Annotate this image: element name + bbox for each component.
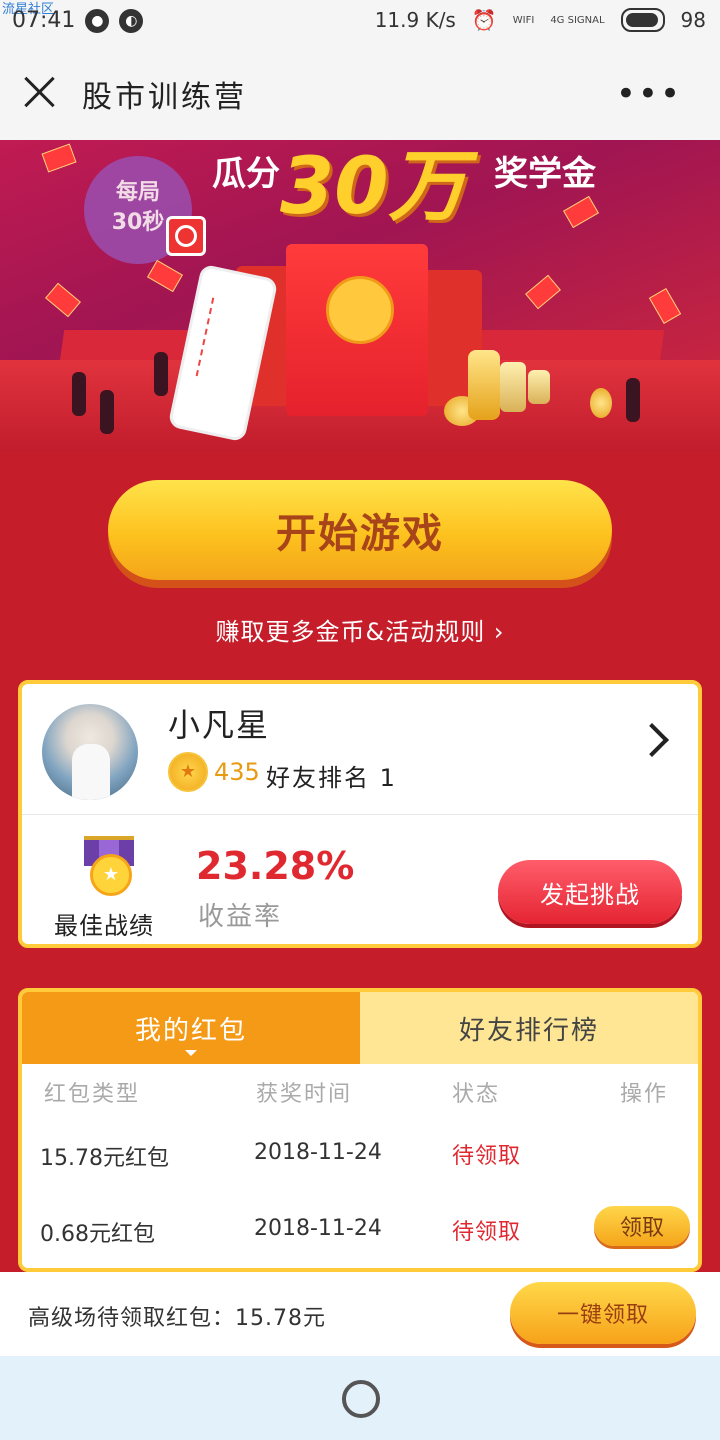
yield-label: 收益率 [198, 902, 283, 932]
row2-status: 待领取 [452, 1220, 522, 1245]
app-notification-icon: ◐ [119, 8, 144, 33]
clock-icon [166, 216, 206, 256]
coin-icon [590, 388, 612, 418]
coin-stack-icon [528, 370, 550, 404]
header-status: 状态 [452, 1082, 501, 1107]
network-speed: 11.9 K/s [374, 8, 456, 32]
challenge-button[interactable]: 发起挑战 [498, 860, 682, 924]
medal-icon: ★ [84, 836, 134, 896]
banner-title-suffix: 奖学金 [494, 154, 596, 194]
start-game-label: 开始游戏 [276, 511, 444, 557]
red-envelope-icon [525, 274, 561, 310]
wifi-icon: WIFI [512, 14, 535, 26]
person-figure [100, 390, 114, 434]
medal-star: ★ [90, 854, 132, 896]
coin-stack-icon [500, 362, 526, 412]
best-record-label: 最佳战绩 [54, 912, 154, 940]
alarm-icon: ⏰ [471, 8, 497, 32]
divider [22, 814, 698, 815]
system-nav-bar [0, 1356, 720, 1440]
page-title: 股市训练营 [82, 80, 247, 115]
header-action: 操作 [620, 1082, 669, 1107]
row1-status: 待领取 [452, 1144, 522, 1169]
close-icon[interactable] [22, 74, 58, 110]
notification-icon: ● [85, 8, 110, 33]
coin-stack-icon [468, 350, 500, 420]
banner-title-prefix: 瓜分 [212, 154, 280, 194]
battery-level: 98 [680, 8, 706, 32]
row2-type: 0.68元红包 [40, 1222, 155, 1247]
envelope-coin-icon [326, 276, 394, 344]
user-name: 小凡星 [168, 706, 271, 744]
profile-card: 小凡星 ★ 435 好友排名 1 ★ 最佳战绩 23.28% 收益率 发起挑战 [18, 680, 702, 948]
status-bar: 流星社区 07:41 ● ◐ 11.9 K/s ⏰ WIFI 4G SIGNAL… [0, 0, 720, 46]
yield-value: 23.28% [196, 844, 355, 888]
timer-line1: 每局 [115, 180, 160, 205]
red-envelope-main [286, 244, 428, 416]
person-figure [626, 378, 640, 422]
chevron-right-icon[interactable] [635, 723, 669, 757]
signal-icon: 4G SIGNAL [550, 14, 605, 26]
person-figure [72, 372, 86, 416]
candlestick-chart-icon [195, 297, 258, 386]
promo-banner: 每局 30秒 瓜分 30万 奖学金 [0, 140, 720, 452]
more-menu-icon[interactable]: ••• [616, 74, 682, 114]
redpacket-panel: 我的红包 好友排行榜 红包类型 获奖时间 状态 操作 15.78元红包 2018… [18, 988, 702, 1272]
banner-title-amount: 30万 [280, 142, 467, 232]
header-type: 红包类型 [44, 1082, 141, 1107]
rules-link[interactable]: 赚取更多金币&活动规则 › [0, 612, 720, 647]
avatar [42, 704, 138, 800]
coin-star-icon: ★ [168, 752, 208, 792]
battery-icon [620, 8, 665, 32]
tab-my-redpackets[interactable]: 我的红包 [22, 992, 360, 1064]
claim-all-button[interactable]: 一键领取 [510, 1282, 696, 1344]
red-envelope-icon [41, 143, 77, 173]
red-envelope-icon [563, 195, 599, 229]
person-figure [154, 352, 168, 396]
red-envelope-icon [45, 282, 81, 318]
row2-date: 2018-11-24 [254, 1216, 382, 1241]
row1-date: 2018-11-24 [254, 1140, 382, 1165]
nav-bar: 股市训练营 ••• [0, 46, 720, 140]
pending-redpacket-text: 高级场待领取红包：15.78元 [28, 1306, 326, 1331]
tab-friend-ranking[interactable]: 好友排行榜 [360, 992, 698, 1064]
home-button-icon[interactable] [342, 1380, 380, 1418]
claim-button[interactable]: 领取 [594, 1206, 690, 1246]
header-time: 获奖时间 [256, 1082, 353, 1107]
coin-count: 435 [214, 758, 260, 786]
status-time: 07:41 [12, 8, 76, 33]
row1-type: 15.78元红包 [40, 1146, 169, 1171]
red-envelope-icon [648, 288, 682, 324]
start-game-button[interactable]: 开始游戏 [108, 480, 612, 580]
red-envelope-icon [147, 259, 183, 293]
friend-rank: 好友排名 1 [266, 764, 397, 792]
